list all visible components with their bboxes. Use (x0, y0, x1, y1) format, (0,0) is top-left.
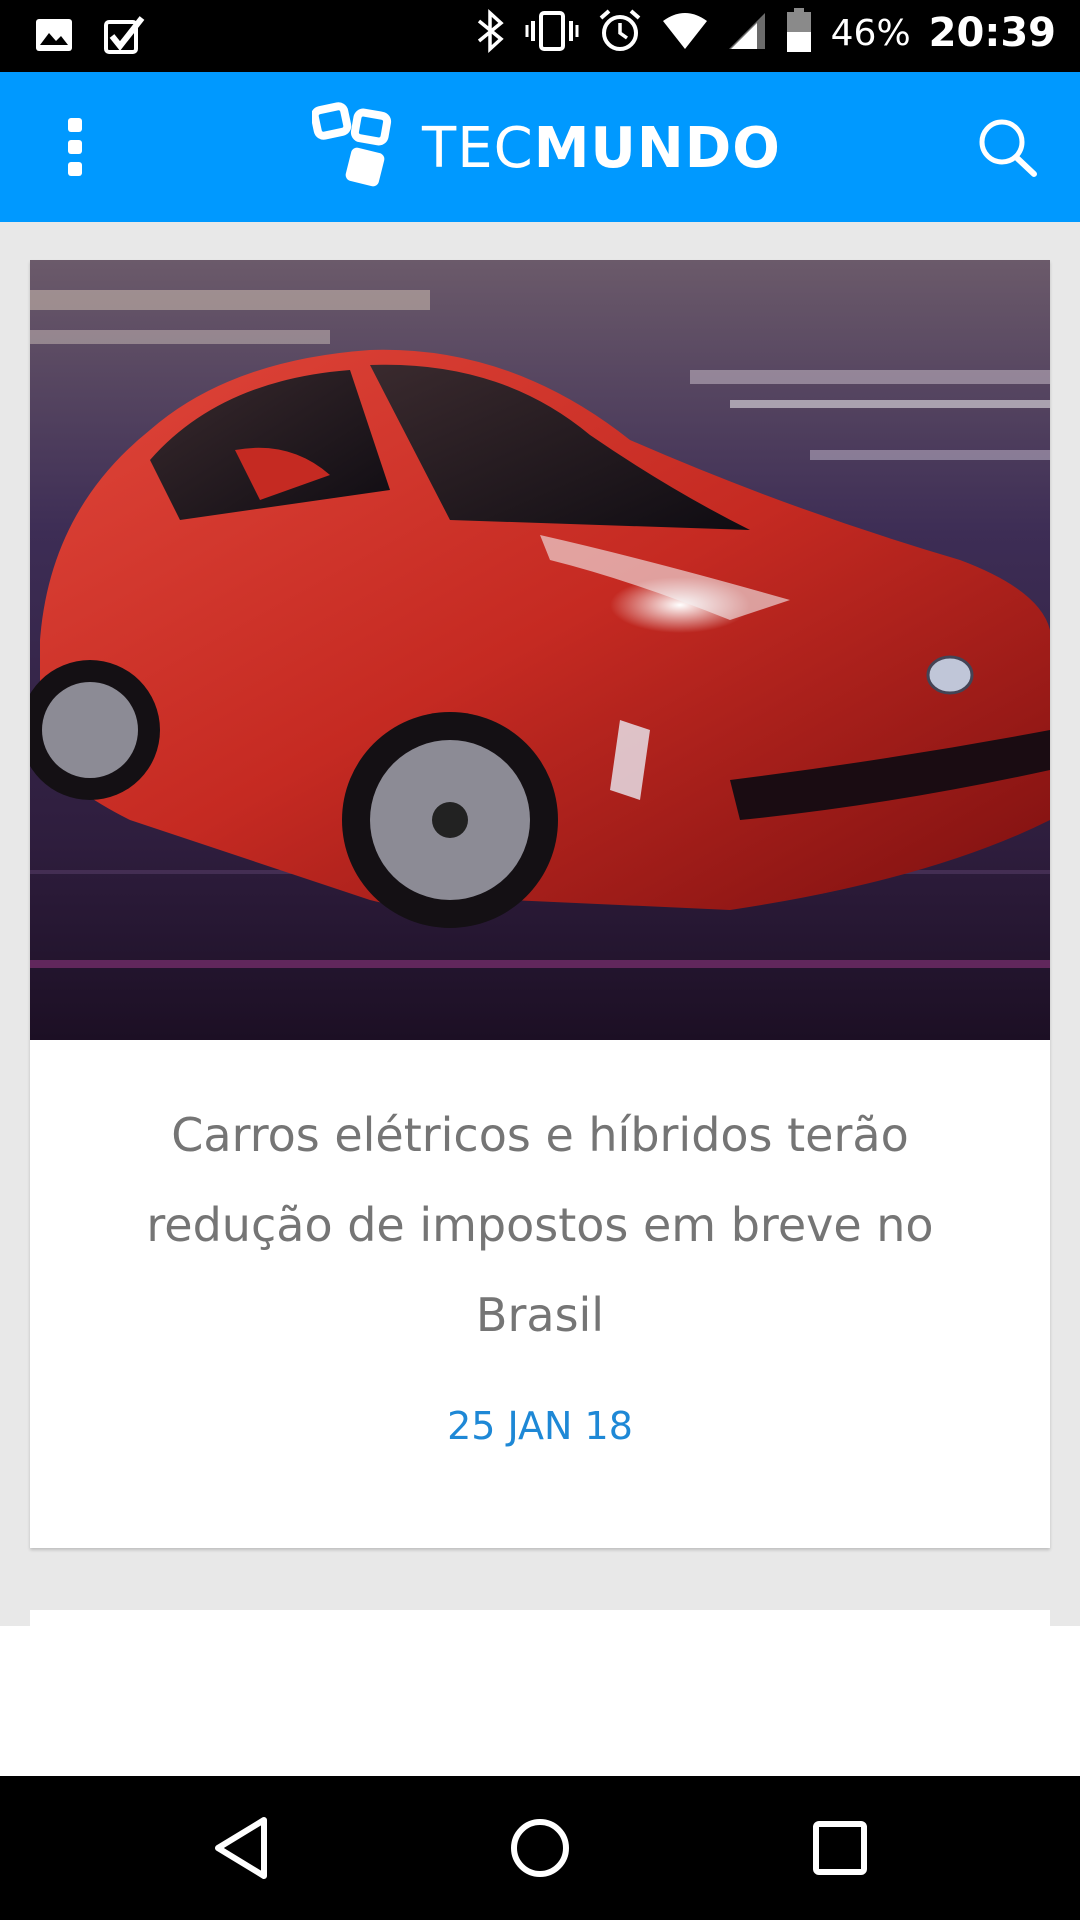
recents-icon (804, 1821, 876, 1888)
article-date: 25 JAN 18 (447, 1404, 633, 1448)
signal-icon (727, 11, 767, 55)
article-title[interactable]: Carros elétricos e híbridos terão reduçã… (90, 1090, 990, 1360)
bluetooth-icon (475, 9, 507, 57)
back-button[interactable] (206, 1812, 278, 1884)
app-bar: TECMUNDO (0, 72, 1080, 222)
tecmundo-logo[interactable]: TECMUNDO (310, 98, 781, 198)
logo-text-bold: MUNDO (533, 115, 781, 181)
article-feed[interactable]: Carros elétricos e híbridos terão reduçã… (0, 222, 1080, 1626)
home-icon (504, 1819, 576, 1888)
search-button[interactable] (976, 116, 1040, 180)
home-button[interactable] (504, 1812, 576, 1884)
search-icon (976, 119, 1040, 184)
article-image[interactable] (30, 260, 1050, 1040)
back-icon (206, 1817, 278, 1888)
logo-text-light: TEC (422, 115, 534, 181)
status-bar: 46% 20:39 (0, 0, 1080, 72)
bottom-white-area (0, 1626, 1080, 1776)
logo-mark-icon (310, 98, 402, 198)
wifi-icon (661, 11, 709, 55)
vibrate-icon (525, 9, 579, 57)
alarm-icon (597, 8, 643, 58)
task-check-icon (104, 14, 146, 60)
overflow-menu-button[interactable] (56, 116, 96, 180)
clock: 20:39 (928, 10, 1056, 56)
recents-button[interactable] (804, 1812, 876, 1884)
logo-text: TECMUNDO (422, 116, 781, 181)
battery-percent: 46% (830, 12, 911, 54)
battery-icon (785, 8, 813, 58)
article-card[interactable]: Carros elétricos e híbridos terão reduçã… (30, 260, 1050, 1548)
next-article-card[interactable] (30, 1610, 1050, 1626)
navigation-bar (0, 1776, 1080, 1920)
gallery-icon (34, 15, 74, 59)
